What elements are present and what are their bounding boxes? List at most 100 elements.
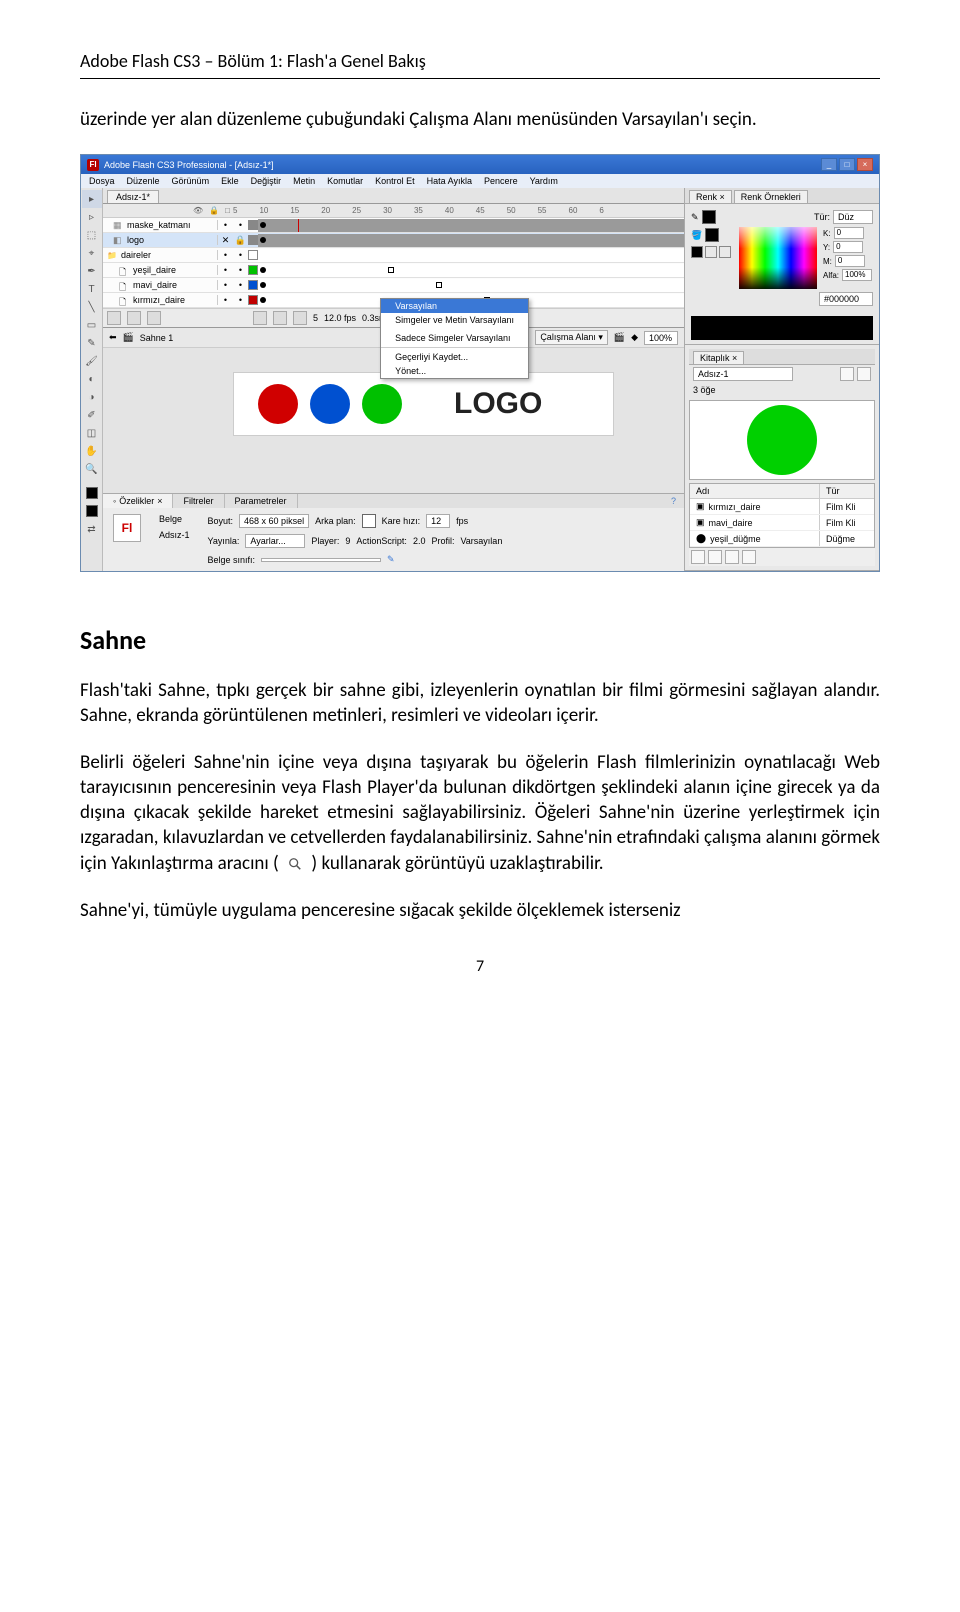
eye-icon[interactable]: 👁: [193, 206, 203, 215]
hex-input[interactable]: #000000: [819, 292, 873, 306]
properties-tab[interactable]: ◦Özelikler×: [103, 494, 173, 508]
publish-settings-button[interactable]: Ayarlar...: [245, 534, 305, 548]
menu-item[interactable]: Görünüm: [172, 176, 210, 186]
subselection-tool[interactable]: ▹: [82, 208, 102, 226]
outline-icon[interactable]: □: [225, 206, 230, 215]
library-item[interactable]: ▣kırmızı_daire Film Kli: [690, 499, 874, 515]
b-input[interactable]: 0: [835, 255, 865, 267]
menu-item[interactable]: Yardım: [530, 176, 558, 186]
new-folder-button[interactable]: [708, 550, 722, 564]
delete-button[interactable]: [742, 550, 756, 564]
parameters-tab[interactable]: Parametreler: [225, 494, 298, 508]
color-tab[interactable]: Renk ×: [689, 190, 732, 203]
rectangle-tool[interactable]: ▭: [82, 316, 102, 334]
new-lib-button[interactable]: [857, 367, 871, 381]
paint-bucket-tool[interactable]: ◑: [82, 388, 102, 406]
library-item[interactable]: ⬤yeşil_düğme Düğme: [690, 531, 874, 547]
edit-scene-icon[interactable]: 🎬: [614, 332, 625, 343]
swatches-tab[interactable]: Renk Örnekleri: [734, 190, 808, 203]
bg-swatch[interactable]: [362, 514, 376, 528]
ink-bottle-tool[interactable]: ◐: [82, 370, 102, 388]
help-icon[interactable]: ?: [663, 494, 684, 508]
stroke-color[interactable]: [82, 484, 102, 502]
eraser-tool[interactable]: ◫: [82, 424, 102, 442]
line-tool[interactable]: ╲: [82, 298, 102, 316]
edit-multiple-frames-button[interactable]: [293, 311, 307, 325]
layer-row[interactable]: maske_katmanı ••: [103, 218, 684, 233]
properties-button[interactable]: [725, 550, 739, 564]
new-symbol-button[interactable]: [691, 550, 705, 564]
workspace-option[interactable]: Geçerliyi Kaydet...: [381, 350, 528, 364]
workspace-option[interactable]: Sadece Simgeler Varsayılanı: [381, 331, 528, 345]
nocolor-button[interactable]: [705, 246, 717, 258]
menu-item[interactable]: Hata Ayıkla: [427, 176, 472, 186]
pen-tool[interactable]: ✒: [82, 262, 102, 280]
workspace-option[interactable]: Varsayılan: [381, 299, 528, 313]
fill-color[interactable]: [82, 502, 102, 520]
color-swap[interactable]: ⇄: [82, 520, 102, 538]
free-transform-tool[interactable]: ⬚: [82, 226, 102, 244]
library-doc-select[interactable]: Adsız-1: [693, 367, 793, 381]
close-button[interactable]: ×: [857, 158, 873, 171]
alpha-input[interactable]: 100%: [842, 269, 872, 281]
workspace-option[interactable]: Simgeler ve Metin Varsayılanı: [381, 313, 528, 327]
brush-tool[interactable]: 🖌: [82, 352, 102, 370]
menu-item[interactable]: Komutlar: [327, 176, 363, 186]
name-column-header[interactable]: Adı: [690, 484, 820, 498]
ruler-mark: 20: [321, 206, 330, 215]
layer-row[interactable]: logo ✕🔒: [103, 233, 684, 248]
type-select[interactable]: Düz: [833, 210, 873, 224]
back-button[interactable]: ⬅: [109, 332, 117, 343]
lasso-tool[interactable]: ⌖: [82, 244, 102, 262]
library-tab[interactable]: Kitaplık ×: [693, 351, 744, 364]
edit-symbol-icon[interactable]: ◆: [631, 332, 638, 343]
selection-tool[interactable]: ▸: [82, 190, 102, 208]
fill-swatch[interactable]: [705, 228, 719, 242]
layer-row[interactable]: daireler ••: [103, 248, 684, 263]
header-rule: [80, 78, 880, 79]
stroke-swatch[interactable]: [702, 210, 716, 224]
menu-item[interactable]: Dosya: [89, 176, 115, 186]
layer-row[interactable]: yeşil_daire ••: [103, 263, 684, 278]
new-layer-button[interactable]: [107, 311, 121, 325]
doc-name-label: Adsız-1: [159, 530, 190, 540]
hand-tool[interactable]: ✋: [82, 442, 102, 460]
filters-tab[interactable]: Filtreler: [173, 494, 224, 508]
menu-item[interactable]: Metin: [293, 176, 315, 186]
text-tool[interactable]: T: [82, 280, 102, 298]
color-spectrum[interactable]: [739, 227, 817, 289]
onion-skin-button[interactable]: [253, 311, 267, 325]
r-input[interactable]: 0: [834, 227, 864, 239]
lock-icon[interactable]: 🔒: [209, 206, 219, 215]
minimize-button[interactable]: _: [821, 158, 837, 171]
eyedropper-tool[interactable]: ✐: [82, 406, 102, 424]
workspace-option[interactable]: Yönet...: [381, 364, 528, 378]
fps-input[interactable]: 12: [426, 514, 450, 528]
swap-button[interactable]: [719, 246, 731, 258]
size-button[interactable]: 468 x 60 piksel: [239, 514, 309, 528]
delete-layer-button[interactable]: [147, 311, 161, 325]
pencil-tool[interactable]: ✎: [82, 334, 102, 352]
pin-button[interactable]: [840, 367, 854, 381]
document-tab[interactable]: Adsız-1*: [107, 190, 159, 203]
new-folder-button[interactable]: [127, 311, 141, 325]
docclass-input[interactable]: [261, 558, 381, 562]
type-column-header[interactable]: Tür: [820, 484, 874, 498]
menu-item[interactable]: Ekle: [221, 176, 239, 186]
layer-row[interactable]: mavi_daire ••: [103, 278, 684, 293]
workspace-menu-button[interactable]: Çalışma Alanı ▾: [535, 330, 608, 345]
library-item[interactable]: ▣mavi_daire Film Kli: [690, 515, 874, 531]
docclass-edit-icon[interactable]: ✎: [387, 554, 395, 565]
menu-item[interactable]: Pencere: [484, 176, 518, 186]
bw-button[interactable]: [691, 246, 703, 258]
menu-item[interactable]: Kontrol Et: [375, 176, 415, 186]
menu-item[interactable]: Değiştir: [251, 176, 282, 186]
onion-skin-outline-button[interactable]: [273, 311, 287, 325]
zoom-tool[interactable]: 🔍: [82, 460, 102, 478]
maximize-button[interactable]: □: [839, 158, 855, 171]
g-input[interactable]: 0: [833, 241, 863, 253]
zoom-field[interactable]: 100%: [644, 331, 678, 345]
scene-name[interactable]: Sahne 1: [140, 333, 174, 343]
menu-item[interactable]: Düzenle: [127, 176, 160, 186]
timeline-ruler[interactable]: 👁 🔒 □ 5 10 15 20 25 30 3: [103, 204, 684, 218]
